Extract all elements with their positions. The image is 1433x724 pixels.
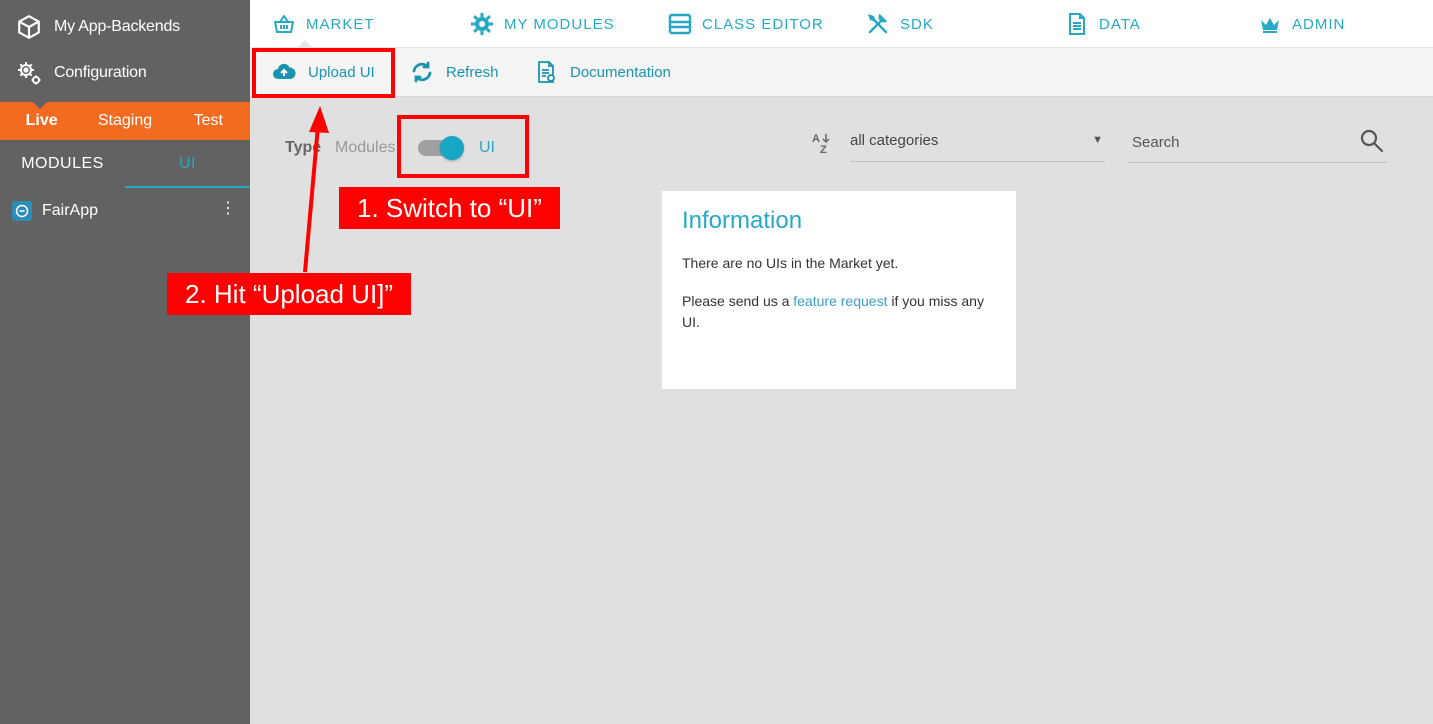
nav-admin[interactable]: ADMIN <box>1258 12 1345 36</box>
app-chat-icon <box>12 201 32 221</box>
feature-request-link[interactable]: feature request <box>793 293 887 309</box>
category-value: all categories <box>850 132 939 149</box>
nav-my-modules[interactable]: MY MODULES <box>470 12 615 36</box>
configuration-label: Configuration <box>54 64 147 81</box>
env-live[interactable]: Live <box>0 112 83 130</box>
nav-sdk-label: SDK <box>900 15 934 33</box>
toggle-highlight-box <box>397 115 529 178</box>
refresh-label: Refresh <box>446 63 499 81</box>
window-icon <box>668 13 692 35</box>
app-name: FairApp <box>42 202 99 219</box>
step2-callout: 2. Hit “Upload UI]” <box>167 273 412 315</box>
configuration-link[interactable]: Configuration <box>16 60 147 86</box>
upload-highlight-box <box>252 48 395 98</box>
dropdown-arrow-icon: ▼ <box>1092 134 1103 146</box>
refresh-icon <box>412 61 432 83</box>
env-staging[interactable]: Staging <box>83 112 166 130</box>
cube-icon <box>18 15 40 39</box>
category-select[interactable]: all categories ▼ <box>850 124 1105 162</box>
nav-sdk[interactable]: SDK <box>866 12 934 36</box>
env-pointer <box>33 102 47 109</box>
refresh-button[interactable]: Refresh <box>410 60 499 84</box>
type-modules-option[interactable]: Modules <box>335 139 395 157</box>
documentation-label: Documentation <box>570 63 671 81</box>
gear-icon <box>471 13 493 35</box>
nav-admin-label: ADMIN <box>1292 15 1346 33</box>
info-title: Information <box>682 207 803 234</box>
search-icon[interactable] <box>1359 128 1385 154</box>
documentation-button[interactable]: Documentation <box>534 60 671 84</box>
tab-ui[interactable]: UI <box>125 140 250 188</box>
top-navigation: MARKET MY MODULES CLASS EDITOR SDK DATA … <box>250 0 1433 48</box>
info-empty-message: There are no UIs in the Market yet. <box>682 255 899 271</box>
nav-my-modules-label: MY MODULES <box>504 15 615 33</box>
basket-icon <box>274 15 294 33</box>
sidebar-tabs: MODULES UI <box>0 140 250 188</box>
info-request-pre: Please send us a <box>682 293 794 309</box>
step1-callout: 1. Switch to “UI” <box>339 187 560 229</box>
env-test[interactable]: Test <box>167 112 250 130</box>
nav-market[interactable]: MARKET <box>272 12 375 36</box>
type-label: Type <box>285 139 322 156</box>
documentation-icon <box>538 61 555 83</box>
info-request-message: Please send us a feature request if you … <box>682 291 996 333</box>
nav-data-label: DATA <box>1099 15 1141 33</box>
nav-class-editor[interactable]: CLASS EDITOR <box>668 12 824 36</box>
search-box <box>1127 124 1387 163</box>
tools-icon <box>868 13 888 34</box>
sort-az-icon[interactable]: A Z <box>810 131 834 155</box>
market-toolbar: Upload UI Refresh Documentation <box>250 48 1433 97</box>
sidebar: My App-Backends Configuration Live Stagi… <box>0 0 250 724</box>
app-backends-label: My App-Backends <box>54 18 180 35</box>
nav-active-caret <box>297 40 313 48</box>
app-list-item[interactable]: FairApp ⋮ <box>0 198 250 224</box>
nav-data[interactable]: DATA <box>1065 12 1141 36</box>
document-icon <box>1069 13 1085 35</box>
search-input[interactable] <box>1132 134 1352 151</box>
app-backends-link[interactable]: My App-Backends <box>16 14 180 40</box>
svg-text:A: A <box>812 133 820 145</box>
gears-icon <box>18 62 41 85</box>
kebab-menu-icon[interactable]: ⋮ <box>220 201 236 217</box>
crown-icon <box>1261 18 1279 33</box>
info-card: Information There are no UIs in the Mark… <box>662 191 1016 389</box>
nav-market-label: MARKET <box>306 15 375 33</box>
nav-class-editor-label: CLASS EDITOR <box>702 15 824 33</box>
svg-text:Z: Z <box>820 144 827 155</box>
tab-modules[interactable]: MODULES <box>0 140 125 188</box>
